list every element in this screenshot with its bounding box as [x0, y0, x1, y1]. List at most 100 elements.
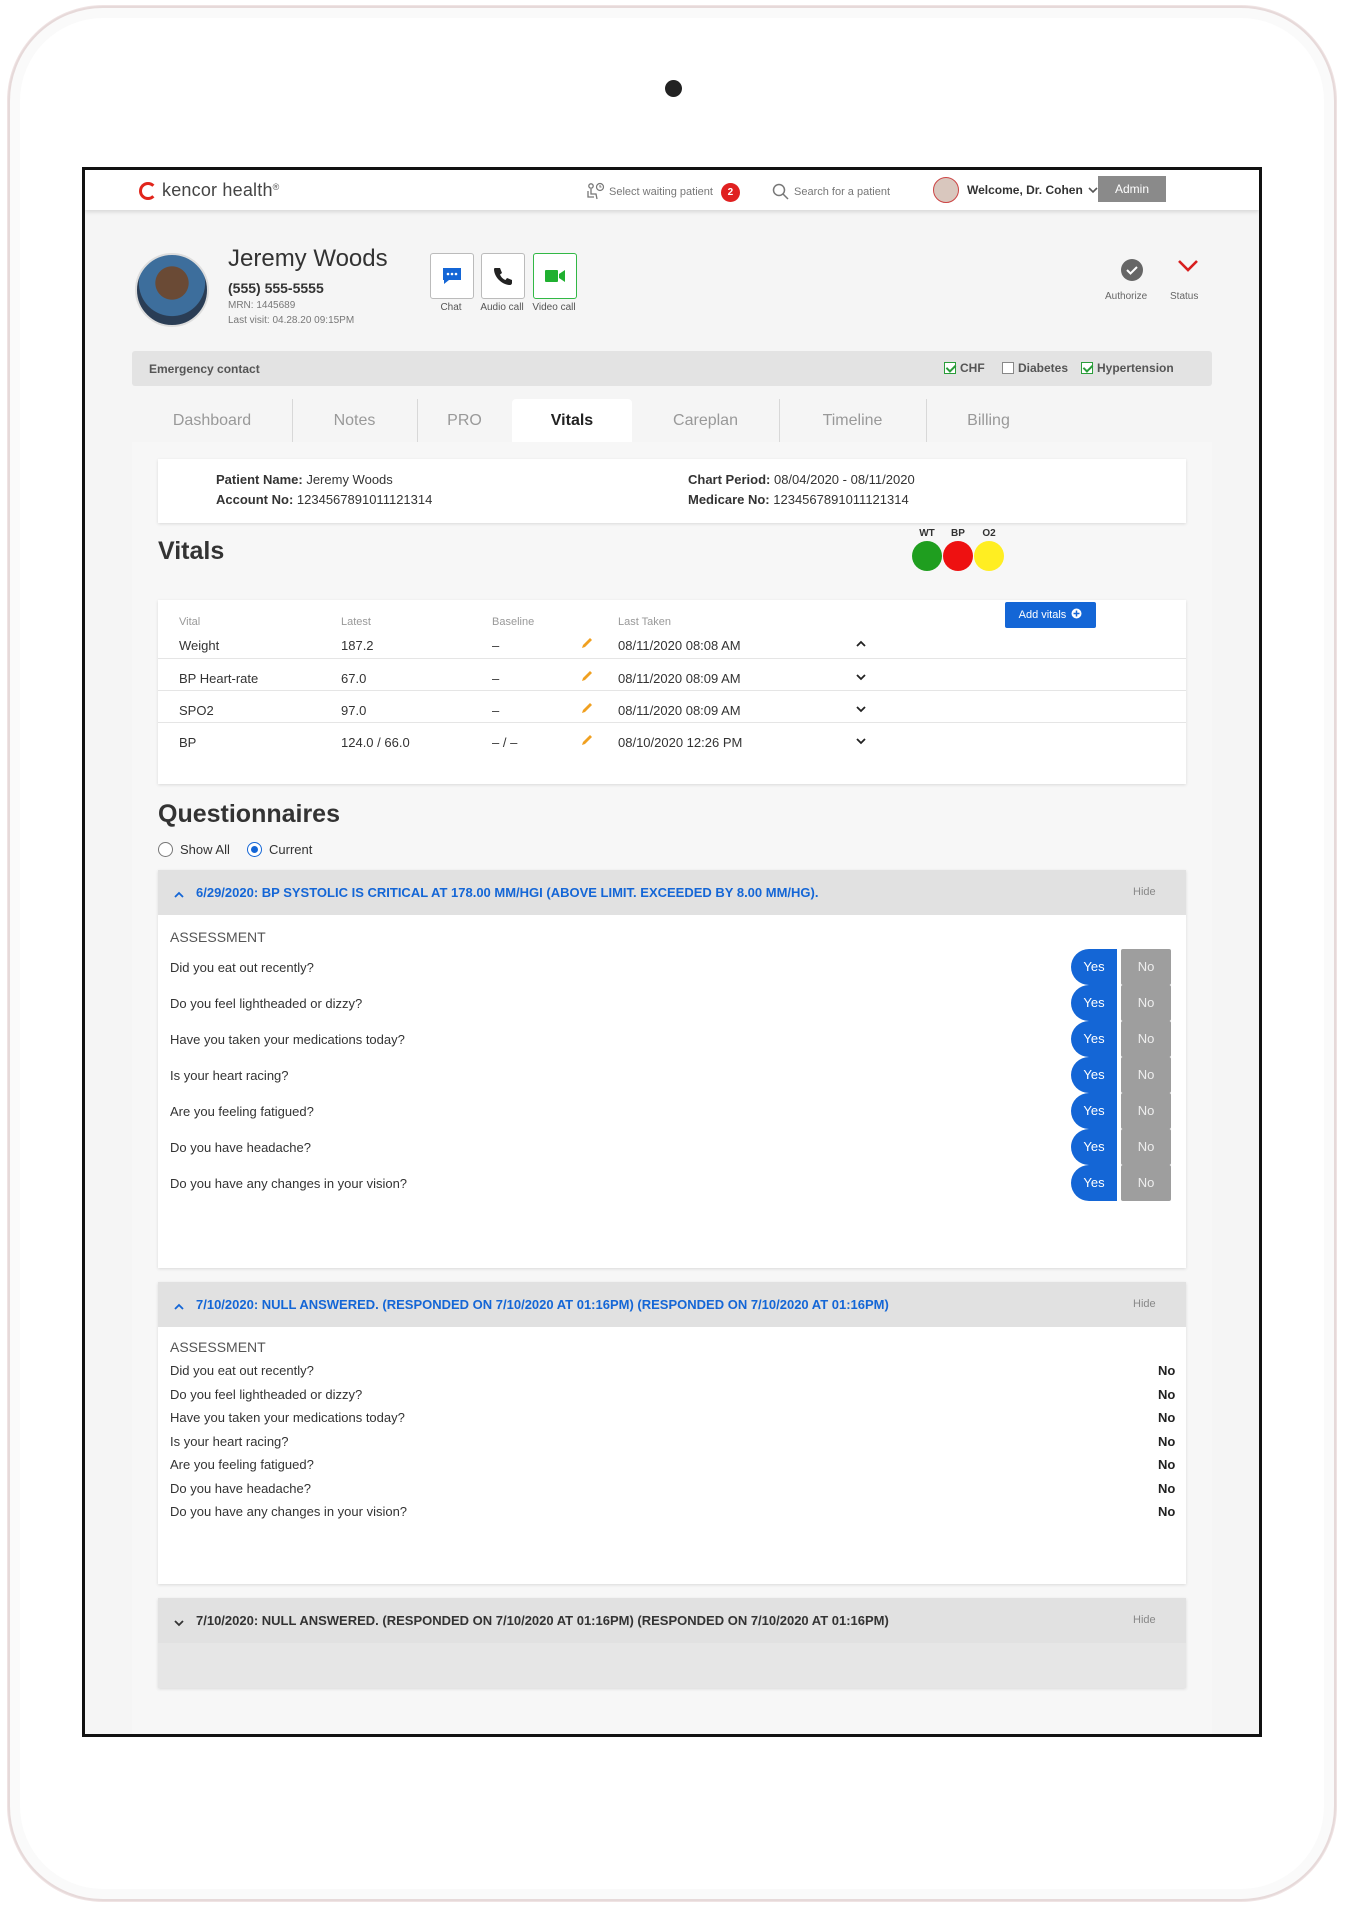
- user-avatar: [933, 177, 959, 203]
- chevron-down-icon[interactable]: [855, 734, 867, 749]
- authorize-label: Authorize: [1105, 291, 1148, 302]
- user-menu[interactable]: Welcome, Dr. Cohen: [933, 177, 1099, 203]
- top-bar: kencor health ® Select waiting patient 2 …: [85, 170, 1259, 210]
- yes-button[interactable]: Yes: [1071, 1165, 1117, 1201]
- vital-name: BP Heart-rate: [179, 671, 259, 686]
- answer-no: No: [1158, 1363, 1176, 1378]
- table-row[interactable]: BP 124.0 / 66.0 – / – 08/10/2020 12:26 P…: [158, 722, 1186, 761]
- edit-pencil-icon[interactable]: [580, 733, 594, 750]
- no-button[interactable]: No: [1121, 1165, 1171, 1201]
- tab-notes[interactable]: Notes: [292, 399, 418, 442]
- yes-button[interactable]: Yes: [1071, 949, 1117, 985]
- chevron-down-icon[interactable]: [855, 670, 867, 685]
- question-text: Do you feel lightheaded or dizzy?: [170, 1387, 363, 1402]
- answer-no: No: [1158, 1504, 1176, 1519]
- yes-button[interactable]: Yes: [1071, 985, 1117, 1021]
- vital-baseline: – / –: [492, 735, 518, 750]
- tab-vitals[interactable]: Vitals: [512, 399, 632, 442]
- questionnaire-card: 6/29/2020: BP SYSTOLIC IS CRITICAL AT 17…: [158, 870, 1186, 1268]
- questionnaire-card: 7/10/2020: NULL ANSWERED. (RESPONDED ON …: [158, 1598, 1186, 1688]
- vital-last-taken: 08/11/2020 08:09 AM: [618, 671, 741, 686]
- no-button[interactable]: No: [1121, 1129, 1171, 1165]
- vital-latest: 67.0: [341, 671, 367, 686]
- no-button[interactable]: No: [1121, 1093, 1171, 1129]
- brand-logo-icon: [139, 181, 157, 200]
- video-call-label: Video call: [532, 302, 576, 313]
- radio-current[interactable]: Current: [247, 842, 312, 857]
- questionnaire-header[interactable]: 7/10/2020: NULL ANSWERED. (RESPONDED ON …: [158, 1282, 1186, 1327]
- no-button[interactable]: No: [1121, 1057, 1171, 1093]
- no-button[interactable]: No: [1121, 1021, 1171, 1057]
- patient-last-visit: Last visit: 04.28.20 09:15PM: [228, 315, 355, 326]
- no-button[interactable]: No: [1121, 985, 1171, 1021]
- vital-baseline: –: [492, 671, 500, 686]
- condition-label: Hypertension: [1097, 361, 1174, 375]
- answer-no: No: [1158, 1410, 1176, 1425]
- vital-latest: 124.0 / 66.0: [341, 735, 410, 750]
- edit-pencil-icon[interactable]: [580, 669, 594, 686]
- medicare-number-field: Medicare No: 1234567891011121314: [688, 492, 909, 507]
- yes-button[interactable]: Yes: [1071, 1129, 1117, 1165]
- radio-label: Current: [269, 842, 313, 857]
- indicator-dot-wt: [912, 541, 942, 571]
- search-placeholder: Search for a patient: [794, 185, 891, 198]
- questionnaire-card: 7/10/2020: NULL ANSWERED. (RESPONDED ON …: [158, 1282, 1186, 1584]
- question-text: Do you have any changes in your vision?: [170, 1504, 408, 1519]
- add-vitals-button[interactable]: Add vitals: [1005, 602, 1096, 628]
- authorize-button[interactable]: [1121, 259, 1143, 281]
- tab-billing[interactable]: Billing: [926, 399, 1051, 442]
- video-call-button[interactable]: [533, 253, 577, 299]
- patient-search[interactable]: Search for a patient: [772, 183, 890, 200]
- tab-dashboard[interactable]: Dashboard: [132, 399, 293, 442]
- waiting-patient-selector[interactable]: Select waiting patient 2: [585, 182, 740, 202]
- patient-phone: (555) 555-5555: [228, 280, 324, 296]
- question-text: Have you taken your medications today?: [170, 1410, 405, 1425]
- indicator-dot-bp: [943, 541, 973, 571]
- chat-icon: [443, 268, 461, 284]
- yes-button[interactable]: Yes: [1071, 1057, 1117, 1093]
- search-icon: [772, 183, 789, 200]
- tab-timeline[interactable]: Timeline: [779, 399, 927, 442]
- question-text: Is your heart racing?: [170, 1434, 289, 1449]
- phone-icon: [494, 268, 512, 285]
- yes-button[interactable]: Yes: [1071, 1093, 1117, 1129]
- emergency-contact-label[interactable]: Emergency contact: [149, 362, 260, 376]
- edit-pencil-icon[interactable]: [580, 701, 594, 718]
- radio-label: Show All: [180, 842, 230, 857]
- condition-hypertension[interactable]: Hypertension: [1081, 361, 1174, 375]
- status-button[interactable]: [1176, 258, 1200, 279]
- question-text: Do you have any changes in your vision?: [170, 1176, 408, 1191]
- questionnaire-title: 7/10/2020: NULL ANSWERED. (RESPONDED ON …: [196, 1613, 889, 1628]
- hide-link[interactable]: Hide: [1133, 1614, 1156, 1626]
- chevron-up-icon: [173, 887, 185, 905]
- indicator-dot-o2: [974, 541, 1004, 571]
- vital-last-taken: 08/11/2020 08:08 AM: [618, 638, 741, 653]
- questionnaire-header[interactable]: 6/29/2020: BP SYSTOLIC IS CRITICAL AT 17…: [158, 870, 1186, 915]
- questionnaire-header[interactable]: 7/10/2020: NULL ANSWERED. (RESPONDED ON …: [158, 1598, 1186, 1643]
- chevron-up-icon[interactable]: [855, 637, 867, 652]
- chat-button[interactable]: [430, 253, 474, 299]
- admin-button[interactable]: Admin: [1098, 176, 1166, 202]
- radio-show-all[interactable]: Show All: [158, 842, 230, 857]
- chevron-down-icon[interactable]: [855, 702, 867, 717]
- hide-link[interactable]: Hide: [1133, 886, 1156, 898]
- chevron-down-icon: [173, 1615, 185, 1633]
- vital-last-taken: 08/10/2020 12:26 PM: [618, 735, 743, 750]
- tab-careplan[interactable]: Careplan: [632, 399, 780, 442]
- assessment-label: ASSESSMENT: [170, 1339, 266, 1355]
- vital-latest: 187.2: [341, 638, 374, 653]
- brand-logo[interactable]: kencor health ®: [139, 180, 279, 201]
- question-text: Do you have headache?: [170, 1140, 311, 1155]
- no-button[interactable]: No: [1121, 949, 1171, 985]
- hide-link[interactable]: Hide: [1133, 1298, 1156, 1310]
- question-text: Have you taken your medications today?: [170, 1032, 405, 1047]
- indicator-label-wt: WT: [919, 528, 935, 539]
- check-icon: [1126, 266, 1138, 275]
- yes-button[interactable]: Yes: [1071, 1021, 1117, 1057]
- audio-call-button[interactable]: [481, 253, 525, 299]
- vitals-content: Patient Name: Jeremy Woods Account No: 1…: [132, 442, 1212, 1734]
- condition-chf[interactable]: CHF: [944, 361, 985, 375]
- condition-diabetes[interactable]: Diabetes: [1002, 361, 1068, 375]
- edit-pencil-icon[interactable]: [580, 636, 594, 653]
- tab-pro[interactable]: PRO: [417, 399, 512, 442]
